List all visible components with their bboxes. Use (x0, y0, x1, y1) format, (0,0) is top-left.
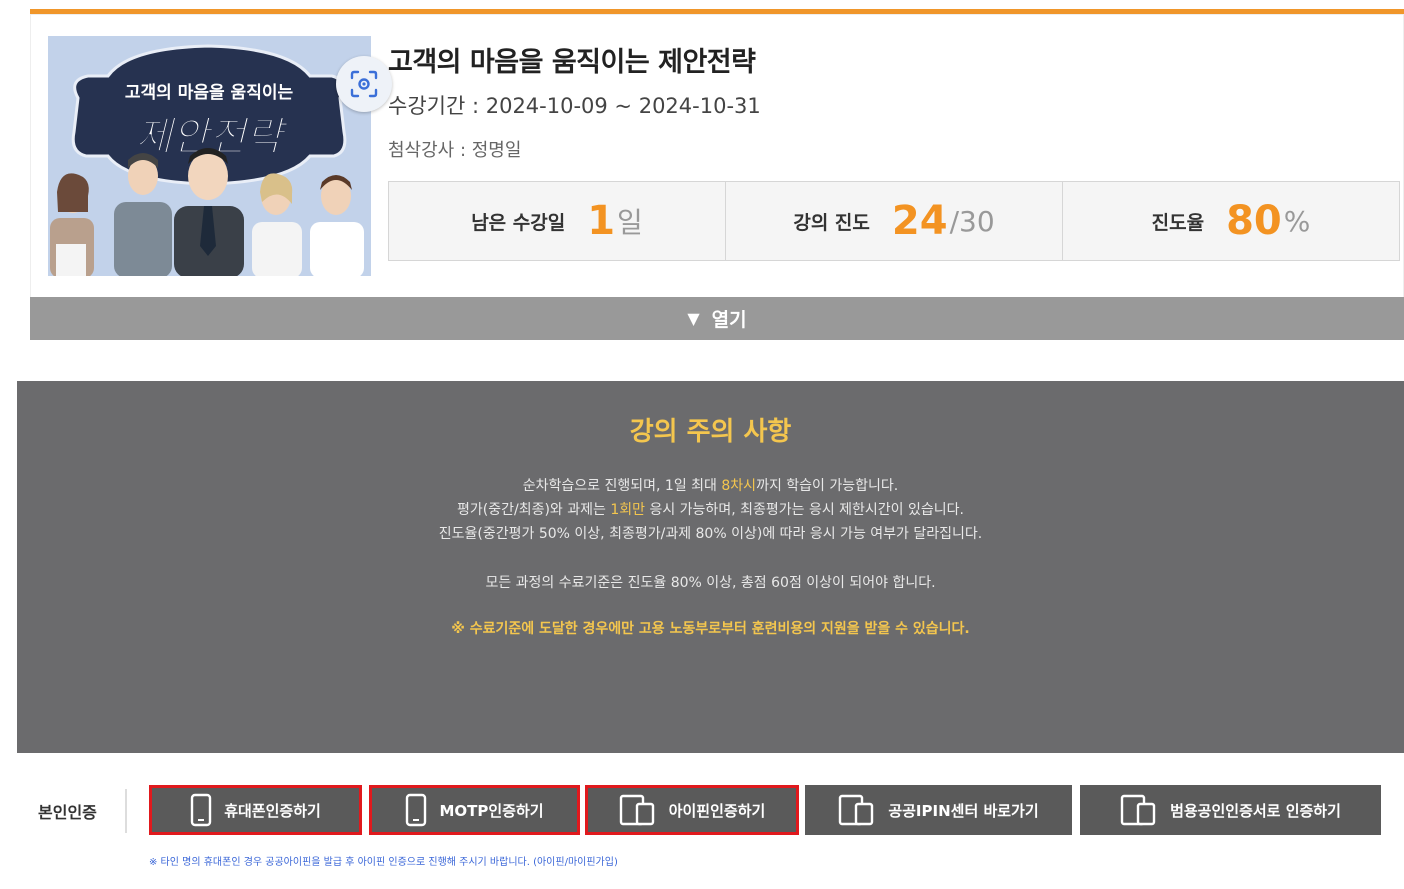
phone-verify-button[interactable]: 휴대폰인증하기 (149, 785, 362, 835)
period-label: 수강기간 : (388, 94, 486, 118)
thumbnail-illustration: 고객의 마음을 움직이는 제안전략 (48, 36, 371, 276)
course-card: 고객의 마음을 움직이는 제안전략 고객의 마음을 움직이는 제안전략 수강기간… (30, 9, 1404, 340)
stat-lecture-progress: 강의 진도 24 /30 (726, 182, 1063, 260)
course-stats: 남은 수강일 1 일 강의 진도 24 /30 진도율 80 % (388, 181, 1400, 261)
divider (125, 789, 127, 833)
notice-highlight: 1회만 (610, 502, 646, 518)
ipin-icon (839, 794, 874, 826)
stat-remaining-days: 남은 수강일 1 일 (389, 182, 726, 260)
scan-glyph (350, 70, 378, 98)
ipin-icon (619, 794, 654, 826)
course-tutor: 첨삭강사 : 정명일 (388, 136, 521, 162)
phone-icon (406, 793, 427, 827)
period-value: 2024-10-09 ~ 2024-10-31 (485, 94, 761, 118)
ipin-icon (1120, 794, 1156, 826)
expand-toggle-button[interactable]: ▼ 열기 (30, 297, 1404, 340)
tutor-label: 첨삭강사 : (388, 140, 472, 161)
button-label: 범용공인인증서로 인증하기 (1170, 801, 1341, 820)
notice-support-warning: ※ 수료기준에 도달한 경우에만 고용 노동부로부터 훈련비용의 지원을 받을 … (451, 621, 970, 637)
stat-label: 남은 수강일 (471, 211, 566, 234)
button-label: 휴대폰인증하기 (224, 801, 321, 820)
notice-line-2: 평가(중간/최종)와 과제는 1회만 응시 가능하며, 최종평가는 응시 제한시… (17, 498, 1404, 522)
stat-label: 진도율 (1151, 211, 1205, 234)
notice-rules: 순차학습으로 진행되며, 1일 최대 8차시까지 학습이 가능합니다. 평가(중… (17, 474, 1404, 546)
notice-line-3: 진도율(중간평가 50% 이상, 최종평가/과제 80% 이상)에 따라 응시 … (438, 526, 983, 542)
course-period: 수강기간 : 2024-10-09 ~ 2024-10-31 (388, 90, 761, 120)
phone-icon (190, 793, 212, 827)
motp-verify-button[interactable]: MOTP인증하기 (369, 785, 580, 835)
stat-value: 1 (587, 198, 616, 244)
button-label: 공공IPIN센터 바로가기 (888, 801, 1039, 820)
stat-value: 24 (891, 198, 948, 244)
stat-unit: /30 (949, 204, 995, 238)
notice-highlight: 8차시 (721, 478, 757, 494)
lecture-notice-panel: 강의 주의 사항 순차학습으로 진행되며, 1일 최대 8차시까지 학습이 가능… (17, 381, 1404, 753)
notice-title: 강의 주의 사항 (629, 417, 792, 447)
stat-unit: 일 (617, 206, 643, 239)
stat-progress-rate: 진도율 80 % (1063, 182, 1399, 260)
stat-label: 강의 진도 (793, 211, 870, 234)
triangle-down-icon: ▼ (687, 309, 700, 328)
tutor-name: 정명일 (471, 140, 522, 161)
scan-icon[interactable] (336, 56, 392, 112)
identity-verification: 본인인증 휴대폰인증하기 MOTP인증하기 아이핀인증하기 공공IPIN센터 바… (17, 753, 1404, 889)
stat-unit: % (1283, 204, 1311, 238)
button-label: MOTP인증하기 (439, 801, 544, 820)
notice-text: 순차학습으로 진행되며, 1일 최대 (522, 478, 722, 494)
expand-toggle-label: 열기 (711, 309, 747, 331)
notice-text: 까지 학습이 가능합니다. (756, 478, 899, 494)
notice-line-1: 순차학습으로 진행되며, 1일 최대 8차시까지 학습이 가능합니다. (17, 474, 1404, 498)
public-ipin-center-button[interactable]: 공공IPIN센터 바로가기 (805, 785, 1072, 835)
button-label: 아이핀인증하기 (668, 801, 766, 820)
notice-text: 응시 가능하며, 최종평가는 응시 제한시간이 있습니다. (645, 502, 964, 518)
notice-completion-criteria: 모든 과정의 수료기준은 진도율 80% 이상, 총점 60점 이상이 되어야 … (485, 575, 936, 591)
verification-footnote: ※ 타인 명의 휴대폰인 경우 공공아이핀을 발급 후 아이핀 인증으로 진행해… (149, 857, 618, 868)
stat-value: 80 (1226, 198, 1282, 244)
course-title: 고객의 마음을 움직이는 제안전략 (388, 47, 756, 78)
notice-text: 평가(중간/최종)와 과제는 (457, 502, 611, 518)
ipin-verify-button[interactable]: 아이핀인증하기 (585, 785, 799, 835)
thumbnail-subtitle: 고객의 마음을 움직이는 (125, 83, 294, 103)
course-thumbnail[interactable]: 고객의 마음을 움직이는 제안전략 (48, 36, 371, 276)
verification-label: 본인인증 (38, 803, 97, 822)
certificate-verify-button[interactable]: 범용공인인증서로 인증하기 (1080, 785, 1381, 835)
